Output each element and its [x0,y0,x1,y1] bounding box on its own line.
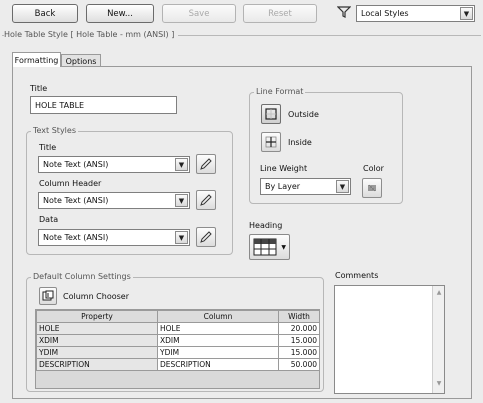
comments-field[interactable]: ▲ ▼ [334,285,445,394]
style-filter-select[interactable]: Local Styles ▼ [356,5,475,22]
column-chooser-label: Column Chooser [63,292,130,301]
outside-border-button[interactable] [261,104,281,124]
column-header[interactable]: Column [157,310,279,323]
row-column[interactable]: DESCRIPTION [157,358,279,371]
column-header-style-label: Column Header [39,179,102,188]
filter-icon[interactable] [336,5,352,19]
row-property: HOLE [36,322,158,335]
row-column[interactable]: YDIM [157,346,279,359]
reset-button[interactable]: Reset [243,4,317,23]
title-style-label: Title [39,143,57,152]
row-width[interactable]: 50.000 [278,358,320,371]
outside-label: Outside [288,110,319,119]
title-style-value: Note Text (ANSI) [43,160,109,169]
heading-placement-button[interactable]: ▼ [249,234,290,260]
property-header[interactable]: Property [36,310,158,323]
data-style-value: Note Text (ANSI) [43,233,109,242]
column-header-style-value: Note Text (ANSI) [43,196,109,205]
table-row[interactable]: HOLE HOLE 20.000 [36,322,320,335]
chevron-down-icon[interactable]: ▼ [175,194,188,207]
heading-label: Heading [249,221,283,230]
comments-label: Comments [335,271,379,280]
comments-scrollbar[interactable]: ▲ ▼ [432,286,444,393]
tab-formatting[interactable]: Formatting [12,52,61,67]
inside-border-button[interactable] [261,132,281,152]
title-label: Title [30,84,48,93]
edit-column-header-style-button[interactable] [196,190,216,210]
pencil-icon [200,231,212,243]
column-grid: Property Column Width HOLE HOLE 20.000 X… [35,309,320,389]
chevron-down-icon[interactable]: ▼ [175,158,188,171]
edit-data-style-button[interactable] [196,227,216,247]
column-settings-legend: Default Column Settings [31,272,133,282]
pencil-icon [200,194,212,206]
width-header[interactable]: Width [278,310,320,323]
row-property: YDIM [36,346,158,359]
column-chooser-button[interactable] [39,287,57,305]
line-weight-value: By Layer [265,182,301,191]
row-width[interactable]: 15.000 [278,334,320,347]
line-color-button[interactable] [362,178,382,198]
title-style-select[interactable]: Note Text (ANSI) ▼ [38,156,190,173]
text-styles-legend: Text Styles [31,126,78,136]
line-weight-label: Line Weight [260,164,308,173]
table-row[interactable]: XDIM XDIM 15.000 [36,334,320,347]
data-style-label: Data [39,215,59,224]
scroll-up-icon[interactable]: ▲ [434,289,444,299]
row-property: XDIM [36,334,158,347]
row-width[interactable]: 15.000 [278,346,320,359]
color-swatch-icon [368,184,376,192]
table-heading-icon [253,238,277,256]
edit-title-style-button[interactable] [196,154,216,174]
row-column[interactable]: XDIM [157,334,279,347]
row-property: DESCRIPTION [36,358,158,371]
chevron-down-icon[interactable]: ▼ [175,231,188,244]
scroll-down-icon[interactable]: ▼ [434,380,444,390]
title-field[interactable]: HOLE TABLE [30,96,177,114]
save-button[interactable]: Save [162,4,236,23]
line-weight-select[interactable]: By Layer ▼ [260,178,351,195]
table-row[interactable]: YDIM YDIM 15.000 [36,346,320,359]
row-width[interactable]: 20.000 [278,322,320,335]
table-row[interactable]: DESCRIPTION DESCRIPTION 50.000 [36,358,320,371]
outside-border-icon [265,108,277,120]
chevron-down-icon[interactable]: ▼ [336,180,349,193]
style-filter-value: Local Styles [361,9,409,18]
data-style-select[interactable]: Note Text (ANSI) ▼ [38,229,190,246]
line-format-legend: Line Format [254,87,306,97]
chevron-down-icon[interactable]: ▼ [460,7,473,20]
inside-label: Inside [288,138,312,147]
back-button[interactable]: Back [12,4,78,23]
inside-border-icon [265,136,277,148]
row-column[interactable]: HOLE [157,322,279,335]
dialog-title: Hole Table Style [ Hole Table - mm (ANSI… [4,30,179,40]
color-label: Color [363,164,384,173]
new-button[interactable]: New... [86,4,154,23]
dropdown-arrow-icon: ▼ [281,244,286,251]
column-chooser-icon [42,290,54,301]
column-header-style-select[interactable]: Note Text (ANSI) ▼ [38,192,190,209]
pencil-icon [200,158,212,170]
column-grid-header: Property Column Width [36,310,320,323]
